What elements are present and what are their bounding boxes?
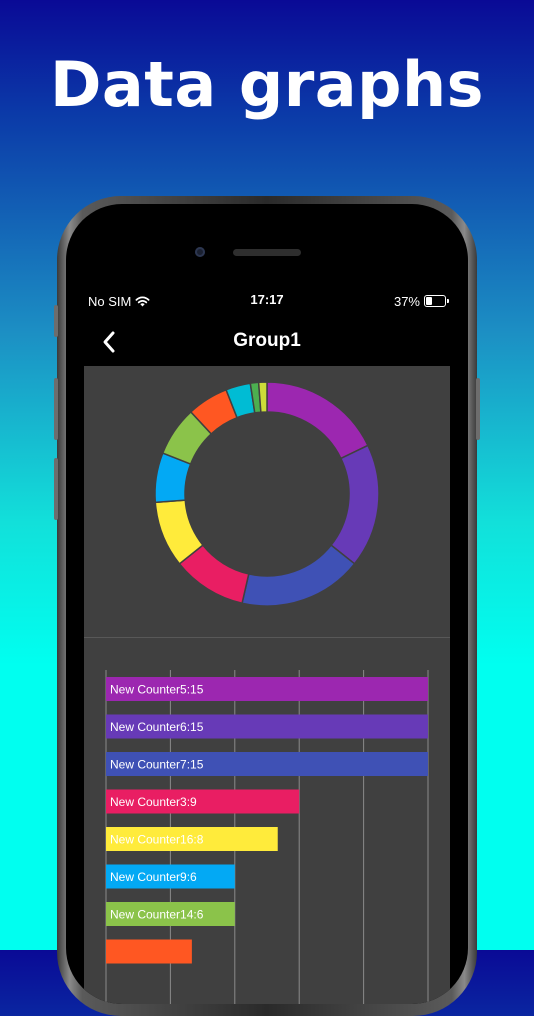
donut-slice-3[interactable] xyxy=(241,544,356,607)
bar-label-1: New Counter5:15 xyxy=(110,683,204,697)
promo-headline: Data graphs xyxy=(49,48,485,121)
chart-area: New Counter5:15 New Counter6:15 New Counte… xyxy=(84,366,450,1004)
phone-volume-up-button xyxy=(54,378,58,440)
page-title: Group1 xyxy=(233,330,301,351)
bar-label-5: New Counter16:8 xyxy=(110,833,204,847)
bar-chart: New Counter5:15 New Counter6:15 New Counte… xyxy=(105,670,429,1004)
battery-icon xyxy=(424,295,449,307)
bar-label-7: New Counter14:6 xyxy=(110,908,204,922)
bar-label-3: New Counter7:15 xyxy=(110,758,204,772)
phone-screen: No SIM 17:17 37% Group1 New Counter5:15 N… xyxy=(66,204,468,1004)
phone-volume-down-button xyxy=(54,458,58,520)
nav-bar: Group1 xyxy=(66,322,468,362)
phone-mute-switch xyxy=(54,305,58,337)
earpiece-speaker xyxy=(233,249,301,256)
donut-slice-11[interactable] xyxy=(257,381,268,414)
donut-slice-2[interactable] xyxy=(330,444,380,565)
donut-slice-1[interactable] xyxy=(266,381,369,460)
front-camera xyxy=(195,247,205,257)
bar-label-4: New Counter3:9 xyxy=(110,795,197,809)
phone-power-button xyxy=(476,378,480,440)
bar-label-6: New Counter9:6 xyxy=(110,870,197,884)
battery-percent: 37% xyxy=(393,293,420,309)
status-battery: 37% xyxy=(393,292,449,310)
donut-chart xyxy=(154,381,380,607)
bar-8[interactable] xyxy=(106,939,192,964)
bar-label-2: New Counter6:15 xyxy=(110,720,204,734)
